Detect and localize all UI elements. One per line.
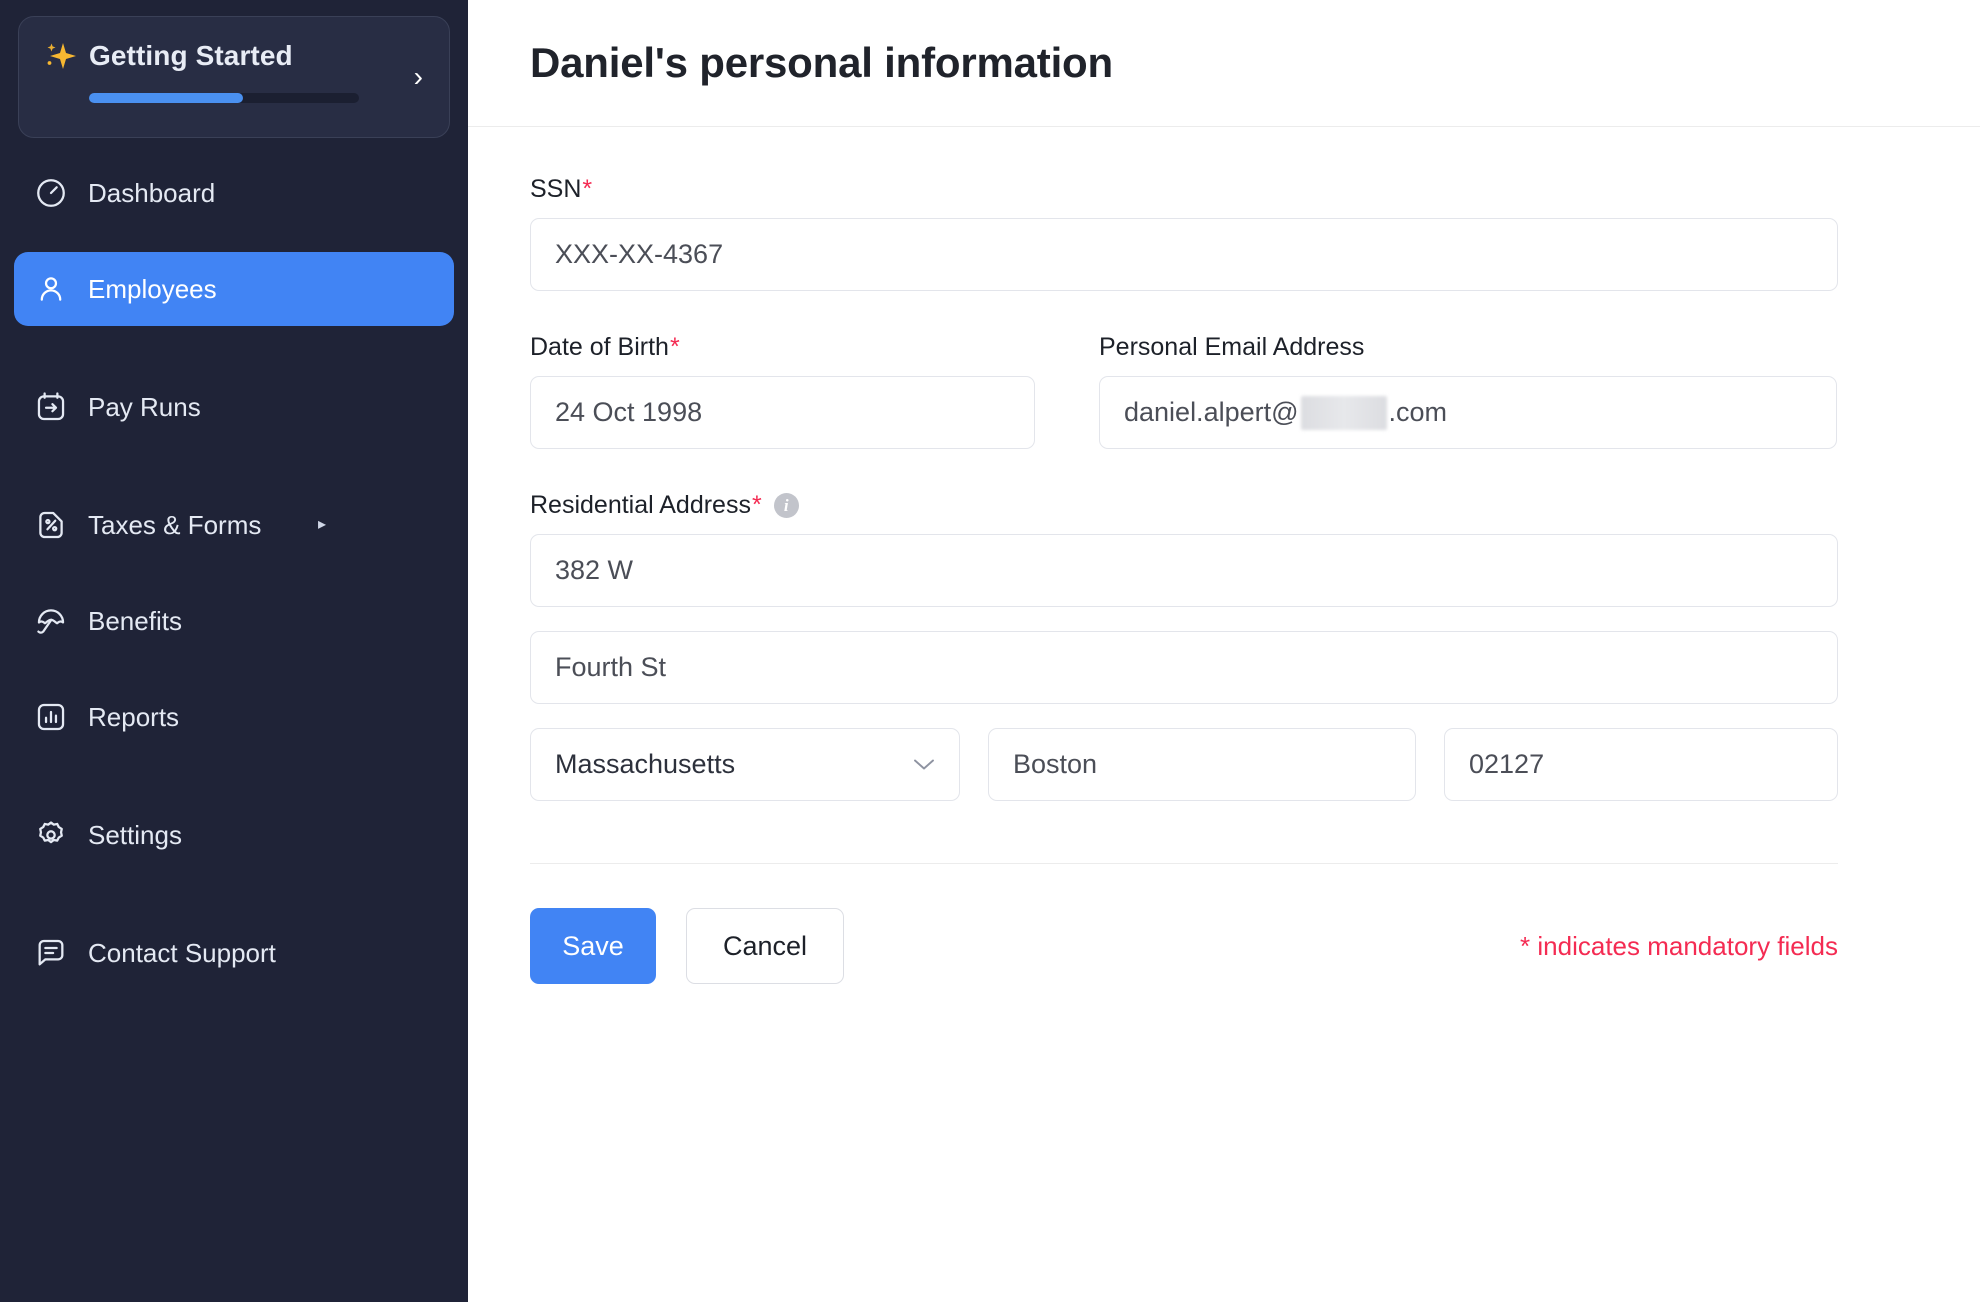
- sidebar-item-reports[interactable]: Reports: [14, 680, 454, 754]
- personal-email-field-group: Personal Email Address daniel.alpert@ .co…: [1099, 333, 1837, 449]
- required-marker: *: [582, 175, 593, 203]
- ssn-input[interactable]: XXX-XX-4367: [530, 218, 1838, 291]
- umbrella-icon: [37, 609, 65, 634]
- sidebar-item-contact-support[interactable]: Contact Support: [14, 916, 454, 990]
- personal-email-input[interactable]: daniel.alpert@ .com: [1099, 376, 1837, 449]
- getting-started-progress-track: [89, 93, 359, 103]
- form-footer: Save Cancel * indicates mandatory fields: [530, 908, 1838, 984]
- sidebar-item-dashboard[interactable]: Dashboard: [14, 156, 454, 230]
- getting-started-header: Getting Started: [43, 39, 425, 73]
- sidebar-item-employees[interactable]: Employees: [14, 252, 454, 326]
- page-title: Daniel's personal information: [530, 39, 1113, 86]
- city-value: Boston: [1013, 749, 1098, 779]
- personal-email-label: Personal Email Address: [1099, 333, 1837, 362]
- ssn-value: XXX-XX-4367: [555, 239, 724, 269]
- info-icon[interactable]: i: [773, 493, 799, 518]
- gear-icon: [39, 821, 63, 844]
- date-of-birth-label-text: Date of Birth: [530, 333, 669, 361]
- date-of-birth-input[interactable]: 24 Oct 1998: [530, 376, 1035, 449]
- percent-document-icon: [39, 511, 63, 539]
- sidebar-item-benefits[interactable]: Benefits: [14, 584, 454, 658]
- person-icon: [40, 277, 62, 301]
- getting-started-title: Getting Started: [89, 40, 293, 71]
- residential-address-label-text: Residential Address: [530, 491, 751, 519]
- app-root: Getting Started › Dashboard Employees Pa…: [0, 0, 1980, 1302]
- sidebar-item-label: Contact Support: [88, 937, 276, 968]
- ssn-label-text: SSN: [530, 175, 582, 203]
- gauge-icon: [37, 179, 65, 207]
- main-content: Daniel's personal information SSN * XXX-X…: [468, 0, 1980, 1302]
- address-line-1-input[interactable]: 382 W: [530, 534, 1838, 607]
- required-marker: *: [751, 491, 762, 519]
- personal-email-value-prefix: daniel.alpert@: [1124, 397, 1299, 427]
- address-line-2-value: Fourth St: [555, 652, 667, 682]
- chat-bubble-icon: [38, 939, 64, 966]
- sidebar-item-label: Employees: [88, 273, 217, 304]
- zip-value: 02127: [1469, 749, 1545, 779]
- save-button[interactable]: Save: [530, 908, 656, 984]
- chevron-down-icon: [914, 759, 934, 770]
- chevron-right-expand-icon[interactable]: ▸: [318, 517, 326, 533]
- form-actions: Save Cancel: [530, 908, 844, 984]
- personal-information-form: SSN * XXX-XX-4367 Date of Birth * 24 Oct 1…: [468, 127, 1980, 984]
- dob-email-row: Date of Birth * 24 Oct 1998 Personal Emai…: [530, 333, 1918, 449]
- address-line-2-input[interactable]: Fourth St: [530, 631, 1838, 704]
- date-of-birth-label: Date of Birth *: [530, 333, 1035, 362]
- sidebar-item-pay-runs[interactable]: Pay Runs: [14, 370, 454, 444]
- ssn-field-group: SSN * XXX-XX-4367: [530, 175, 1918, 291]
- city-input[interactable]: Boston: [988, 728, 1416, 801]
- mandatory-fields-note: * indicates mandatory fields: [1520, 930, 1838, 961]
- personal-email-value-suffix: .com: [1388, 397, 1448, 427]
- sidebar: Getting Started › Dashboard Employees Pa…: [0, 0, 468, 1302]
- state-city-zip-row: Massachusetts Boston 02127: [530, 728, 1918, 801]
- address-line-1-value: 382 W: [555, 555, 634, 585]
- state-value: Massachusetts: [555, 749, 736, 779]
- sidebar-item-label: Pay Runs: [88, 391, 201, 422]
- required-marker: *: [669, 333, 680, 361]
- residential-address-label: Residential Address * i: [530, 491, 1918, 520]
- getting-started-progress-fill: [89, 93, 243, 103]
- date-of-birth-value: 24 Oct 1998: [555, 397, 703, 427]
- sidebar-item-taxes-and-forms[interactable]: Taxes & Forms ▸: [14, 488, 454, 562]
- sidebar-item-label: Benefits: [88, 605, 182, 636]
- sidebar-item-label: Reports: [88, 701, 180, 732]
- chevron-right-icon[interactable]: ›: [414, 63, 423, 91]
- page-header: Daniel's personal information: [468, 0, 1980, 127]
- getting-started-card[interactable]: Getting Started ›: [18, 16, 450, 138]
- calendar-arrow-icon: [37, 392, 65, 421]
- sidebar-item-settings[interactable]: Settings: [14, 798, 454, 872]
- redacted-domain-block: [1300, 395, 1387, 430]
- zip-input[interactable]: 02127: [1444, 728, 1838, 801]
- bar-chart-icon: [37, 703, 65, 731]
- ssn-label: SSN *: [530, 175, 1918, 204]
- state-select[interactable]: Massachusetts: [530, 728, 960, 801]
- personal-email-label-text: Personal Email Address: [1099, 333, 1365, 361]
- date-of-birth-field-group: Date of Birth * 24 Oct 1998: [530, 333, 1035, 449]
- sidebar-item-label: Dashboard: [88, 177, 216, 208]
- sidebar-item-label: Taxes & Forms: [88, 509, 262, 540]
- sidebar-item-label: Settings: [88, 819, 182, 850]
- sparkle-icon: [47, 43, 76, 69]
- sidebar-nav: Dashboard Employees Pay Runs Taxes & For…: [14, 156, 454, 990]
- residential-address-field-group: Residential Address * i 382 W Fourth St M…: [530, 491, 1918, 801]
- form-divider: [530, 863, 1838, 864]
- cancel-button[interactable]: Cancel: [686, 908, 844, 984]
